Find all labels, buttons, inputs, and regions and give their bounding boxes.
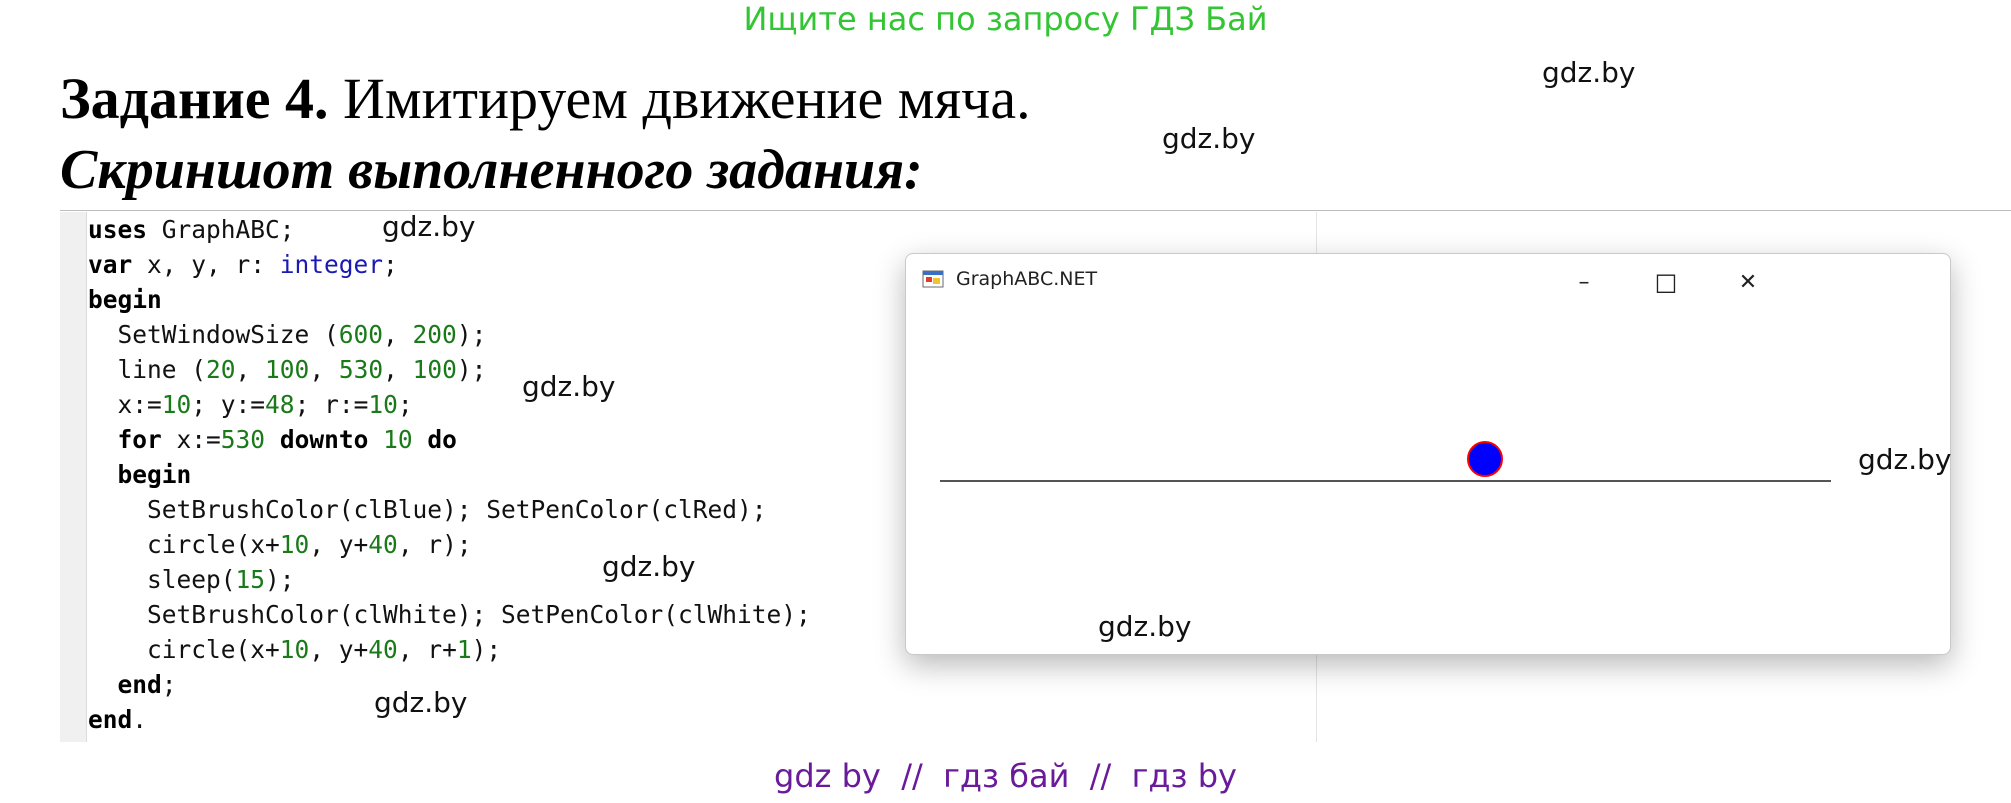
code-line-5: line (20, 100, 530, 100);	[88, 355, 487, 384]
watermark: gdz.by	[382, 210, 476, 243]
watermark: gdz.by	[1162, 122, 1256, 155]
task-text: Имитируем движение мяча.	[328, 66, 1031, 131]
code-line-10: circle(x+10, y+40, r);	[88, 530, 472, 559]
code-line-13: circle(x+10, y+40, r+1);	[88, 635, 502, 664]
graphabc-app-icon	[922, 270, 944, 288]
watermark: gdz.by	[1858, 443, 1952, 476]
footer-watermark: gdz by // гдз бай // гдз by	[774, 757, 1237, 795]
code-line-11: sleep(15);	[88, 565, 295, 594]
task-heading: Задание 4. Имитируем движение мяча.	[60, 66, 1031, 132]
graphabc-window: GraphABC.NET – □ ✕	[905, 253, 1951, 655]
close-button[interactable]: ✕	[1728, 264, 1768, 300]
editor-gutter	[60, 212, 87, 742]
code-line-2: var x, y, r: integer;	[88, 250, 398, 279]
maximize-button[interactable]: □	[1646, 264, 1686, 300]
task-label: Задание 4.	[60, 66, 329, 131]
code-editor: uses GraphABC; var x, y, r: integer; begin…	[88, 212, 811, 737]
code-line-7: for x:=530 downto 10 do	[117, 425, 457, 454]
code-line-6: x:=10; y:=48; r:=10;	[88, 390, 413, 419]
window-title: GraphABC.NET	[956, 268, 1098, 290]
code-line-4: SetWindowSize (600, 200);	[88, 320, 487, 349]
watermark: gdz.by	[522, 370, 616, 403]
screenshot-caption: Скриншот выполненного задания:	[60, 139, 923, 201]
watermark: gdz.by	[1542, 56, 1636, 89]
watermark: gdz.by	[1098, 610, 1192, 643]
watermark: gdz.by	[374, 686, 468, 719]
code-line-9: SetBrushColor(clBlue); SetPenColor(clRed…	[88, 495, 767, 524]
code-line-8: begin	[117, 460, 192, 489]
code-line-12: SetBrushColor(clWhite); SetPenColor(clWh…	[88, 600, 811, 629]
graph-canvas	[940, 441, 1831, 482]
ball	[1467, 441, 1503, 477]
top-banner: Ищите нас по запросу ГДЗ Бай	[743, 0, 1268, 38]
code-line-3: begin	[88, 285, 162, 314]
watermark: gdz.by	[602, 550, 696, 583]
minimize-button[interactable]: –	[1564, 264, 1604, 300]
